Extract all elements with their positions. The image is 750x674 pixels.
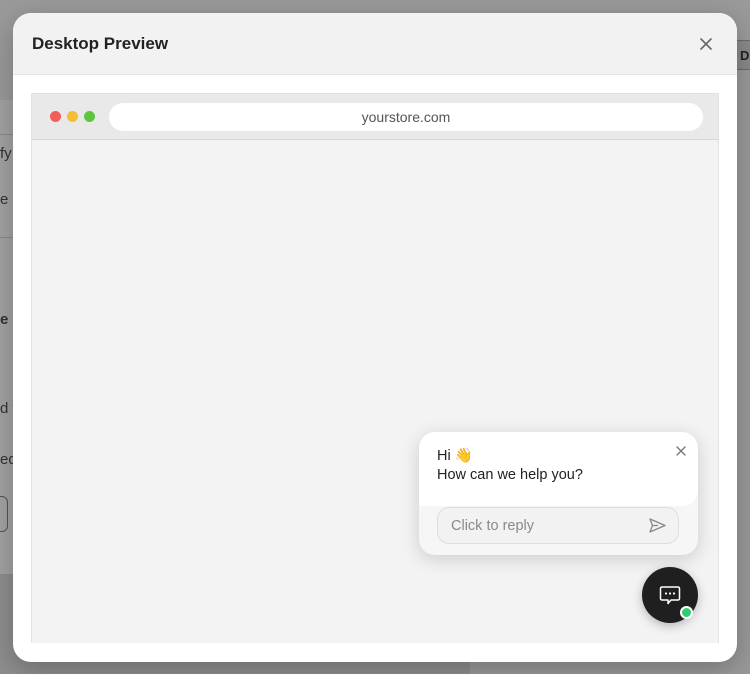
online-status-dot bbox=[680, 606, 693, 619]
modal-title: Desktop Preview bbox=[32, 33, 169, 53]
window-maximize-dot bbox=[84, 111, 95, 122]
chat-bubble-icon bbox=[659, 586, 681, 605]
modal-close-button[interactable] bbox=[695, 33, 717, 55]
window-minimize-dot bbox=[67, 111, 78, 122]
close-icon bbox=[676, 446, 686, 456]
browser-mockup: yourstore.com Hi 👋 How can we help you? bbox=[31, 93, 719, 643]
background-divider bbox=[0, 237, 14, 238]
chat-popup: Hi 👋 How can we help you? bbox=[419, 432, 698, 555]
chat-message-area: Hi 👋 How can we help you? bbox=[419, 432, 698, 506]
background-button bbox=[0, 496, 8, 532]
close-icon bbox=[700, 37, 712, 50]
reply-input[interactable] bbox=[451, 517, 648, 534]
background-text-fragment: e c bbox=[0, 191, 14, 208]
address-bar: yourstore.com bbox=[109, 103, 703, 131]
background-text-fragment: d t bbox=[0, 400, 14, 417]
chat-greeting: Hi 👋 bbox=[437, 448, 473, 464]
background-text-fragment: fy bbox=[0, 145, 12, 162]
browser-viewport: Hi 👋 How can we help you? bbox=[32, 140, 718, 643]
reply-box bbox=[437, 507, 679, 544]
background-divider bbox=[0, 134, 14, 135]
chat-question: How can we help you? bbox=[437, 467, 583, 483]
send-button[interactable] bbox=[648, 517, 666, 535]
chat-close-button[interactable] bbox=[674, 444, 688, 458]
browser-toolbar: yourstore.com bbox=[32, 94, 718, 140]
background-text-fragment: e h bbox=[0, 311, 14, 328]
background-text-fragment: ed bbox=[0, 451, 14, 468]
window-close-dot bbox=[50, 111, 61, 122]
modal-header: Desktop Preview bbox=[13, 13, 737, 75]
send-icon bbox=[648, 518, 666, 533]
desktop-preview-modal: Desktop Preview yourstore.com Hi 👋 How c… bbox=[13, 13, 737, 662]
